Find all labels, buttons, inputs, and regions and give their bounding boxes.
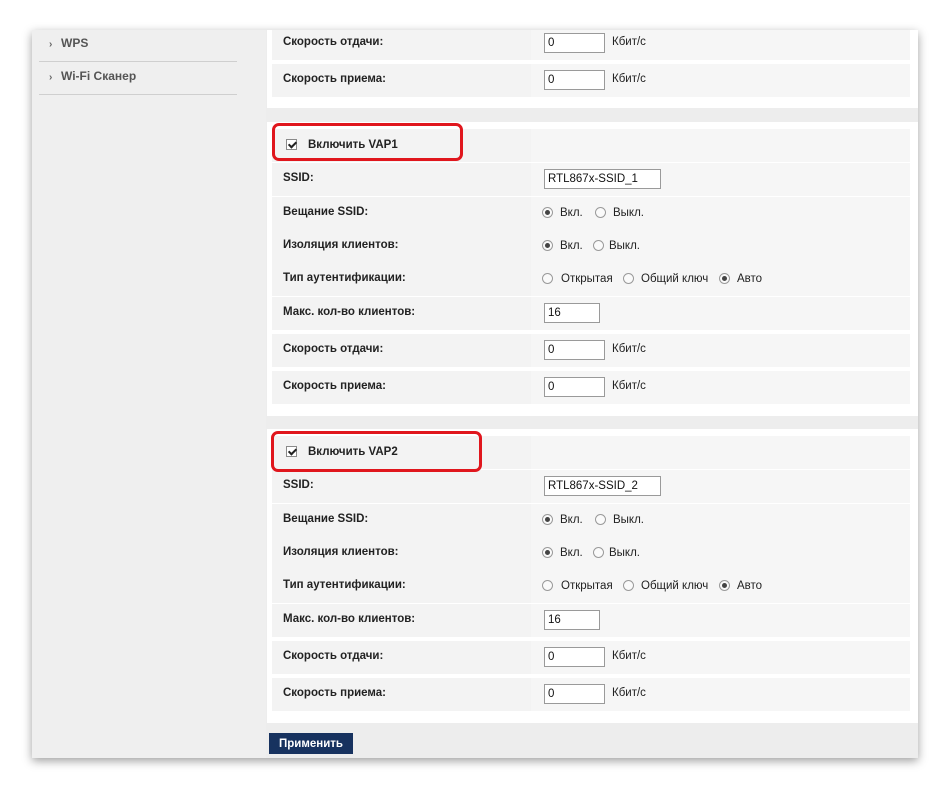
- vap1-panel: Включить VAP1 SSID: Вещание SSID: Вкл. В…: [267, 122, 918, 416]
- vap1-ssid-row: SSID:: [272, 163, 910, 196]
- vap1-broadcast-on-label: Вкл.: [560, 207, 583, 219]
- vap2-auth-shared-radio[interactable]: [623, 580, 634, 591]
- vap1-maxclients-row: Макс. кол-во клиентов:: [272, 297, 910, 330]
- vap2-isolation-row: Изоляция клиентов: Вкл. Выкл.: [272, 537, 910, 570]
- vap2-auth-auto-label: Авто: [737, 580, 763, 592]
- vap2-download-unit: Кбит/с: [612, 687, 646, 699]
- vap1-auth-shared-radio[interactable]: [623, 273, 634, 284]
- upload-speed-row: Скорость отдачи: Кбит/с: [272, 30, 910, 60]
- vap1-download-unit: Кбит/с: [612, 380, 646, 392]
- vap2-isolation-off-radio[interactable]: [593, 547, 604, 558]
- vap1-broadcast-off-label: Выкл.: [613, 207, 645, 219]
- vap2-auth-shared-label: Общий ключ: [641, 580, 709, 592]
- upload-speed-label: Скорость отдачи:: [283, 36, 384, 48]
- router-settings-window: › WPS › Wi-Fi Сканер Скорость отдачи: Кб…: [32, 30, 918, 758]
- vap1-isolation-label: Изоляция клиентов:: [283, 239, 399, 251]
- sidebar: › WPS › Wi-Fi Сканер: [32, 30, 266, 758]
- vap2-enable-label: Включить VAP2: [308, 446, 398, 458]
- sidebar-item-wifi-scanner[interactable]: › Wi-Fi Сканер: [39, 62, 237, 95]
- vap2-maxclients-row: Макс. кол-во клиентов:: [272, 604, 910, 637]
- vap2-broadcast-label: Вещание SSID:: [283, 513, 369, 525]
- vap1-enable-row: Включить VAP1: [272, 129, 910, 162]
- vap1-auth-row: Тип аутентификации: Открытая Общий ключ …: [272, 263, 910, 296]
- bullet-icon: ›: [49, 72, 53, 83]
- vap2-broadcast-off-label: Выкл.: [613, 514, 645, 526]
- vap1-isolation-on-label: Вкл.: [560, 240, 583, 252]
- vap1-auth-auto-label: Авто: [737, 273, 763, 285]
- vap1-broadcast-row: Вещание SSID: Вкл. Выкл.: [272, 197, 910, 230]
- vap1-upload-unit: Кбит/с: [612, 343, 646, 355]
- vap2-isolation-on-radio[interactable]: [542, 547, 553, 558]
- sidebar-item-label: Wi-Fi Сканер: [61, 69, 137, 83]
- vap1-upload-label: Скорость отдачи:: [283, 343, 384, 355]
- vap1-auth-auto-radio[interactable]: [719, 273, 730, 284]
- vap2-upload-row: Скорость отдачи: Кбит/с: [272, 641, 910, 674]
- upload-speed-input[interactable]: [544, 33, 605, 53]
- vap2-upload-unit: Кбит/с: [612, 650, 646, 662]
- vap2-maxclients-label: Макс. кол-во клиентов:: [283, 613, 416, 625]
- upload-speed-unit: Кбит/с: [612, 36, 646, 48]
- vap2-broadcast-off-radio[interactable]: [595, 514, 606, 525]
- vap2-ssid-input[interactable]: [544, 476, 661, 496]
- vap1-upload-input[interactable]: [544, 340, 605, 360]
- vap1-maxclients-label: Макс. кол-во клиентов:: [283, 306, 416, 318]
- vap2-auth-auto-radio[interactable]: [719, 580, 730, 591]
- vap2-auth-row: Тип аутентификации: Открытая Общий ключ …: [272, 570, 910, 603]
- sidebar-item-wps[interactable]: › WPS: [39, 30, 237, 62]
- vap1-ssid-input[interactable]: [544, 169, 661, 189]
- apply-button[interactable]: Применить: [269, 733, 353, 754]
- vap2-download-label: Скорость приема:: [283, 687, 386, 699]
- vap1-isolation-off-radio[interactable]: [593, 240, 604, 251]
- vap1-maxclients-input[interactable]: [544, 303, 600, 323]
- vap2-broadcast-row: Вещание SSID: Вкл. Выкл.: [272, 504, 910, 537]
- vap2-enable-checkbox[interactable]: [286, 446, 297, 457]
- download-speed-input[interactable]: [544, 70, 605, 90]
- vap2-ssid-row: SSID:: [272, 470, 910, 503]
- previous-section-panel: Скорость отдачи: Кбит/с Скорость приема:…: [267, 30, 918, 108]
- vap2-enable-row: Включить VAP2: [272, 436, 910, 469]
- vap2-maxclients-input[interactable]: [544, 610, 600, 630]
- vap2-isolation-on-label: Вкл.: [560, 547, 583, 559]
- vap1-download-input[interactable]: [544, 377, 605, 397]
- vap1-upload-row: Скорость отдачи: Кбит/с: [272, 334, 910, 367]
- download-speed-row: Скорость приема: Кбит/с: [272, 64, 910, 97]
- vap2-upload-label: Скорость отдачи:: [283, 650, 384, 662]
- vap1-enable-label: Включить VAP1: [308, 139, 398, 151]
- download-speed-label: Скорость приема:: [283, 73, 386, 85]
- vap1-broadcast-off-radio[interactable]: [595, 207, 606, 218]
- vap1-download-row: Скорость приема: Кбит/с: [272, 371, 910, 404]
- vap1-isolation-off-label: Выкл.: [609, 240, 641, 252]
- vap2-auth-label: Тип аутентификации:: [283, 579, 406, 591]
- vap2-download-input[interactable]: [544, 684, 605, 704]
- vap1-isolation-row: Изоляция клиентов: Вкл. Выкл.: [272, 230, 910, 263]
- vap1-isolation-on-radio[interactable]: [542, 240, 553, 251]
- main-content: Скорость отдачи: Кбит/с Скорость приема:…: [266, 30, 918, 758]
- vap2-ssid-label: SSID:: [283, 479, 314, 491]
- vap2-isolation-off-label: Выкл.: [609, 547, 641, 559]
- sidebar-item-label: WPS: [61, 36, 89, 50]
- vap1-auth-label: Тип аутентификации:: [283, 272, 406, 284]
- vap1-download-label: Скорость приема:: [283, 380, 386, 392]
- vap1-enable-checkbox[interactable]: [286, 139, 297, 150]
- vap2-upload-input[interactable]: [544, 647, 605, 667]
- vap2-auth-open-label: Открытая: [561, 580, 613, 592]
- vap2-download-row: Скорость приема: Кбит/с: [272, 678, 910, 711]
- vap2-panel: Включить VAP2 SSID: Вещание SSID: Вкл. В…: [267, 429, 918, 723]
- vap1-broadcast-on-radio[interactable]: [542, 207, 553, 218]
- vap1-auth-open-radio[interactable]: [542, 273, 553, 284]
- bullet-icon: ›: [49, 39, 53, 50]
- vap1-auth-open-label: Открытая: [561, 273, 613, 285]
- vap2-broadcast-on-label: Вкл.: [560, 514, 583, 526]
- vap1-broadcast-label: Вещание SSID:: [283, 206, 369, 218]
- vap1-ssid-label: SSID:: [283, 172, 314, 184]
- vap1-auth-shared-label: Общий ключ: [641, 273, 709, 285]
- vap2-isolation-label: Изоляция клиентов:: [283, 546, 399, 558]
- vap2-auth-open-radio[interactable]: [542, 580, 553, 591]
- download-speed-unit: Кбит/с: [612, 73, 646, 85]
- vap2-broadcast-on-radio[interactable]: [542, 514, 553, 525]
